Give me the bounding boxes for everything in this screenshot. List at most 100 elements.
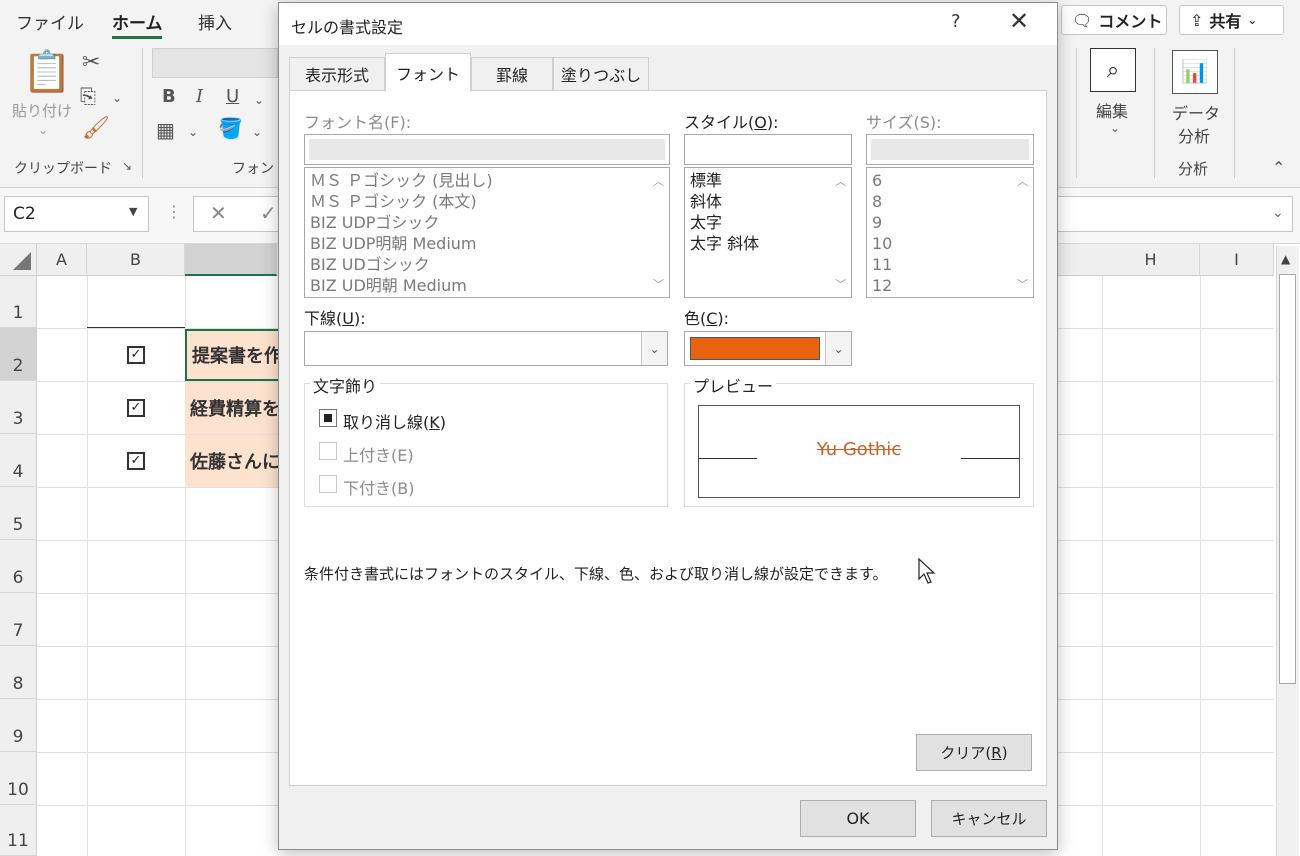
cancel-icon[interactable]: ✕ xyxy=(210,201,227,225)
chevron-down-icon[interactable]: ⌄ xyxy=(641,332,667,365)
column-header-a[interactable]: A xyxy=(37,244,87,276)
format-painter-icon[interactable]: 🖌 xyxy=(82,118,110,140)
list-item[interactable]: BIZ UDゴシック xyxy=(310,254,430,275)
scroll-up-icon[interactable]: ▲ xyxy=(1281,252,1290,266)
chevron-down-icon[interactable]: ⌄ xyxy=(825,332,851,365)
style-list[interactable]: 標準 斜体 太字 太字 斜体 ︿ ﹀ xyxy=(684,167,852,298)
data-analysis-icon[interactable]: 📊 xyxy=(1172,50,1218,94)
font-name-input[interactable] xyxy=(304,134,670,165)
help-button[interactable]: ? xyxy=(951,11,961,32)
tab-border[interactable]: 罫線 xyxy=(471,57,553,90)
list-item[interactable]: 11 xyxy=(872,254,892,275)
tab-insert[interactable]: 挿入 xyxy=(198,9,232,34)
task-cell[interactable]: 経費精算を xyxy=(185,382,280,434)
underline-button[interactable]: U xyxy=(226,88,239,106)
underline-dropdown-icon[interactable]: ⌄ xyxy=(254,94,264,106)
row-header[interactable]: 8 xyxy=(0,646,37,699)
list-item[interactable]: 10 xyxy=(872,233,892,254)
row-header[interactable]: 1 xyxy=(0,276,37,328)
list-scrollbar[interactable]: ︿ ﹀ xyxy=(1014,169,1032,296)
scroll-down-icon[interactable]: ﹀ xyxy=(835,276,846,292)
close-icon[interactable]: ✕ xyxy=(1009,7,1029,35)
list-item[interactable]: BIZ UD明朝 Medium xyxy=(310,275,467,296)
more-options-icon[interactable]: ⋮ xyxy=(166,204,182,220)
fill-color-icon[interactable]: 🪣 xyxy=(218,118,243,138)
scroll-up-icon[interactable]: ︿ xyxy=(835,173,846,189)
ok-button[interactable]: OK xyxy=(800,800,916,837)
list-item[interactable]: ＭＳ Ｐゴシック (見出し) xyxy=(310,170,493,191)
row-header[interactable]: 3 xyxy=(0,381,37,434)
row-header[interactable]: 9 xyxy=(0,699,37,752)
task-checkbox[interactable]: ✓ xyxy=(127,399,145,417)
edit-label[interactable]: 編集 xyxy=(1096,98,1128,122)
column-header-i[interactable]: I xyxy=(1200,244,1274,276)
vertical-scrollbar[interactable]: ▲ xyxy=(1276,246,1298,856)
underline-select[interactable]: ⌄ xyxy=(304,331,668,366)
task-cell[interactable]: 佐藤さんに xyxy=(185,435,280,487)
task-cell-selected[interactable]: 提案書を作 xyxy=(185,329,280,381)
share-button[interactable]: ⇪ 共有 ⌄ xyxy=(1179,5,1284,35)
list-item[interactable]: 12 xyxy=(872,275,892,296)
scroll-up-icon[interactable]: ︿ xyxy=(1017,173,1028,189)
name-box[interactable]: C2 ▼ xyxy=(4,196,149,232)
font-name-list[interactable]: ＭＳ Ｐゴシック (見出し) ＭＳ Ｐゴシック (本文) BIZ UDPゴシック… xyxy=(304,167,670,298)
cut-icon[interactable]: ✂ xyxy=(82,52,100,74)
scroll-down-icon[interactable]: ﹀ xyxy=(1017,276,1028,292)
comment-button[interactable]: 🗨 コメント xyxy=(1061,5,1167,35)
scroll-thumb[interactable] xyxy=(1279,274,1296,684)
scroll-up-icon[interactable]: ︿ xyxy=(653,173,664,189)
copy-icon[interactable]: ⎘ xyxy=(80,86,96,106)
italic-button[interactable]: I xyxy=(196,88,203,106)
tab-font[interactable]: フォント xyxy=(385,53,471,91)
clear-button[interactable]: クリア(R) xyxy=(916,734,1032,771)
color-select[interactable]: ⌄ xyxy=(684,331,852,366)
tab-home[interactable]: ホーム xyxy=(112,9,163,34)
list-scrollbar[interactable]: ︿ ﹀ xyxy=(650,169,668,296)
clipboard-launcher-icon[interactable]: ↘ xyxy=(122,160,132,172)
paste-dropdown-icon[interactable]: ⌄ xyxy=(38,124,48,136)
row-header[interactable]: 11 xyxy=(0,805,37,856)
search-icon[interactable]: ⌕ xyxy=(1090,48,1136,92)
select-all-corner[interactable] xyxy=(0,244,37,276)
row-header[interactable]: 2 xyxy=(0,328,37,381)
strikethrough-checkbox[interactable] xyxy=(319,409,337,427)
column-header-b[interactable]: B xyxy=(87,244,185,276)
list-item[interactable]: 8 xyxy=(872,191,882,212)
task-checkbox[interactable]: ✓ xyxy=(127,346,145,364)
paste-icon[interactable]: 📋 xyxy=(22,52,72,92)
copy-dropdown-icon[interactable]: ⌄ xyxy=(112,92,122,104)
collapse-ribbon-icon[interactable]: ⌃ xyxy=(1272,160,1285,176)
fill-color-dropdown-icon[interactable]: ⌄ xyxy=(252,126,262,138)
scroll-down-icon[interactable]: ﹀ xyxy=(653,276,664,292)
bold-button[interactable]: B xyxy=(162,88,176,106)
list-item[interactable]: BIZ UDPゴシック xyxy=(310,212,439,233)
enter-icon[interactable]: ✓ xyxy=(260,201,277,225)
list-scrollbar[interactable]: ︿ ﹀ xyxy=(832,169,850,296)
name-box-dropdown-icon[interactable]: ▼ xyxy=(129,205,137,218)
list-item[interactable]: ＭＳ Ｐゴシック (本文) xyxy=(310,191,477,212)
tab-file[interactable]: ファイル xyxy=(16,9,84,34)
size-input[interactable] xyxy=(866,134,1034,165)
border-dropdown-icon[interactable]: ⌄ xyxy=(188,126,198,138)
edit-dropdown-icon[interactable]: ⌄ xyxy=(1110,122,1120,134)
list-item[interactable]: 標準 xyxy=(690,170,722,191)
row-header[interactable]: 4 xyxy=(0,434,37,487)
row-header[interactable]: 10 xyxy=(0,752,37,805)
list-item[interactable]: 6 xyxy=(872,170,882,191)
data-analysis-label-1[interactable]: データ xyxy=(1172,100,1220,124)
row-header[interactable]: 7 xyxy=(0,593,37,646)
tab-number-format[interactable]: 表示形式 xyxy=(289,57,385,90)
style-input[interactable] xyxy=(684,134,852,165)
task-checkbox[interactable]: ✓ xyxy=(127,452,145,470)
list-item[interactable]: 太字 xyxy=(690,212,722,233)
column-header-h[interactable]: H xyxy=(1102,244,1200,276)
expand-formula-icon[interactable]: ⌄ xyxy=(1272,205,1284,221)
superscript-checkbox[interactable] xyxy=(319,442,337,460)
list-item[interactable]: 太字 斜体 xyxy=(690,233,759,254)
row-header[interactable]: 6 xyxy=(0,540,37,593)
cancel-button[interactable]: キャンセル xyxy=(931,800,1047,837)
subscript-checkbox[interactable] xyxy=(319,475,337,493)
row-header[interactable]: 5 xyxy=(0,487,37,540)
data-analysis-label-2[interactable]: 分析 xyxy=(1178,123,1210,147)
border-icon[interactable]: ▦ xyxy=(156,120,175,140)
